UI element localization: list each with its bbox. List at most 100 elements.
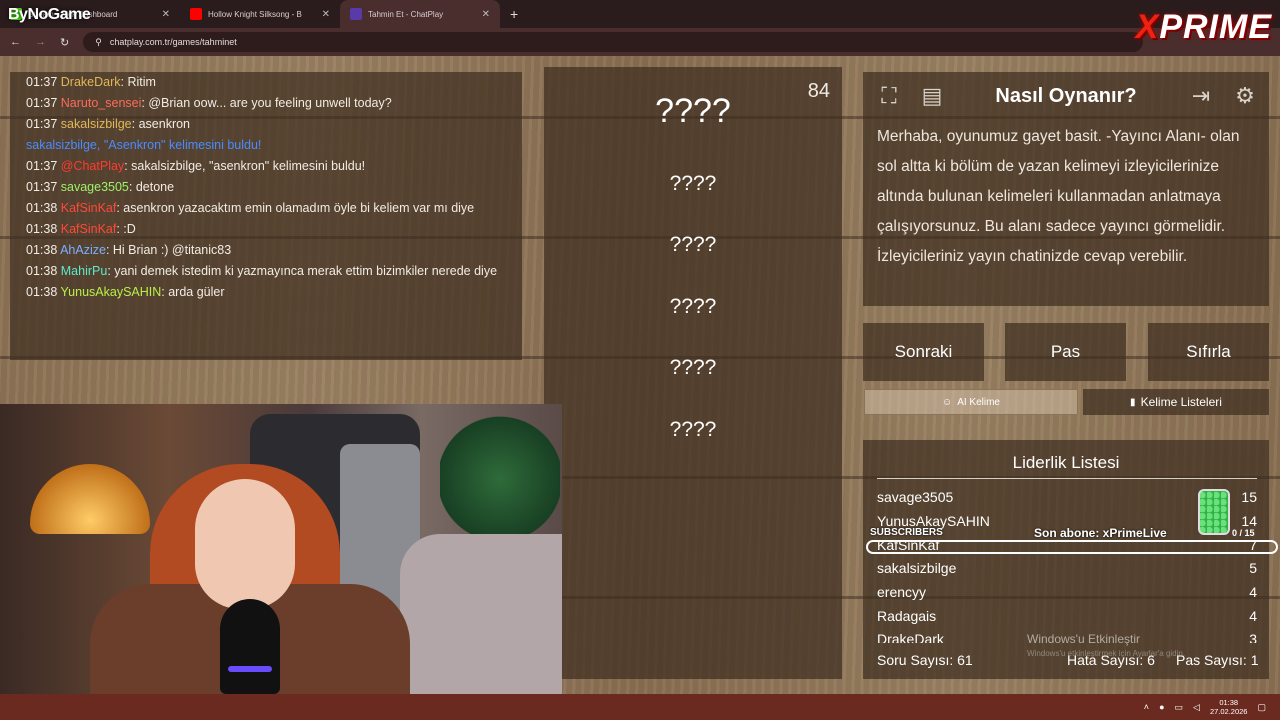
volume-icon[interactable]: ◁ (1193, 702, 1200, 713)
ai-word-button[interactable]: ☺ AI Kelime (864, 389, 1078, 415)
how-to-play-text: Merhaba, oyunumuz gayet basit. -Yayıncı … (877, 128, 1240, 265)
chat-text: : arda güler (161, 285, 225, 299)
chat-time: 01:37 (26, 159, 58, 173)
pass-button[interactable]: Pas (1005, 323, 1126, 381)
chat-username[interactable]: sakalsizbilge (61, 117, 132, 131)
chat-username[interactable]: KafSinKaf (61, 201, 117, 215)
windows-taskbar: ˄ ● ▭ ◁ 01:38 27.02.2026 ▢ (0, 694, 1280, 720)
chat-username[interactable]: KafSinKaf (61, 222, 117, 236)
leaderboard-title: Liderlik Listesi (1012, 453, 1120, 472)
site-info-icon[interactable]: ⚲ (95, 37, 102, 48)
subscriber-jar-icon (1198, 489, 1230, 535)
pass-count: Pas Sayısı: 1 (1176, 652, 1259, 668)
chat-message: 01:38 YunusAkaySAHIN: arda güler (26, 282, 506, 303)
reset-button[interactable]: Sıfırla (1148, 323, 1269, 381)
chat-time: 01:37 (26, 180, 58, 194)
chat-username[interactable]: MahirPu (61, 264, 108, 278)
address-bar: ← → ↻ ⚲ chatplay.com.tr/games/tahminet (0, 28, 1280, 56)
chat-message: 01:38 AhAzize: Hi Brian :) @titanic83 (26, 240, 506, 261)
chat-text: : :D (116, 222, 136, 236)
chat-username[interactable]: savage3505 (61, 180, 129, 194)
chevron-up-icon[interactable]: ˄ (1144, 702, 1149, 712)
webcam-feed (0, 404, 562, 694)
close-icon[interactable]: ✕ (322, 9, 330, 20)
notification-icon[interactable]: ▢ (1257, 702, 1266, 713)
chat-time: 01:38 (26, 222, 58, 236)
forbidden-word-1: ???? (669, 172, 717, 195)
chat-text: : Ritim (120, 75, 156, 89)
forbidden-word-4: ???? (669, 356, 717, 379)
chat-username[interactable]: DrakeDark (61, 75, 121, 89)
chat-panel: 01:37 DrakeDark: Ritim 01:37 Naruto_sense… (10, 72, 522, 360)
chat-message: 01:38 KafSinKaf: :D (26, 219, 506, 240)
reload-icon[interactable]: ↻ (60, 36, 69, 49)
url-text: chatplay.com.tr/games/tahminet (109, 37, 237, 47)
chat-message: 01:38 MahirPu: yani demek istedim ki yaz… (26, 261, 506, 282)
clipboard-icon: ▮ (1130, 396, 1136, 408)
clock[interactable]: 01:38 27.02.2026 (1210, 698, 1248, 716)
chat-time: 01:38 (26, 201, 58, 215)
chat-text: : Hi Brian :) @titanic83 (105, 243, 232, 257)
mic-icon[interactable]: ● (1159, 702, 1164, 712)
blanket (400, 534, 562, 694)
leaderboard-row: sakalsizbilge 5 (877, 560, 1257, 576)
chat-message: 01:37 Naruto_sensei: @Brian oow... are y… (26, 93, 506, 114)
forward-icon[interactable]: → (35, 36, 46, 48)
chat-time: 01:37 (26, 117, 58, 131)
xprime-logo: XPRIME (1135, 8, 1272, 46)
chat-text: : asenkron (131, 117, 191, 131)
chat-time: 01:37 (26, 96, 58, 110)
new-tab-button[interactable]: + (500, 6, 528, 22)
word-lists-button[interactable]: ▮ Kelime Listeleri (1083, 389, 1269, 415)
chat-time: 01:38 (26, 243, 58, 257)
tab-title: Hollow Knight Silksong - B (208, 9, 302, 19)
tab-hollow-knight[interactable]: Hollow Knight Silksong - B ✕ (180, 0, 340, 28)
subscriber-progress-bar (866, 540, 1278, 554)
chat-message: 01:38 KafSinKaf: asenkron yazacaktım emi… (26, 198, 506, 219)
chat-time: 01:38 (26, 285, 58, 299)
chat-time: 01:37 (26, 75, 58, 89)
chat-message: 01:37 savage3505: detone (26, 177, 506, 198)
close-icon[interactable]: ✕ (482, 9, 490, 20)
chat-text: : yani demek istedim ki yazmayınca merak… (107, 264, 498, 278)
leaderboard-row: Radagais 4 (877, 608, 1257, 624)
chat-username[interactable]: YunusAkaySAHIN (61, 285, 162, 299)
tab-chatplay[interactable]: Tahmin Et - ChatPlay ✕ (340, 0, 500, 28)
bynogame-logo: ByNoGame (8, 6, 91, 23)
chat-username[interactable]: sakalsizbilge, "Asenkron" kelimesini bul… (26, 138, 261, 152)
subscriber-count: 0 / 15 (1232, 528, 1255, 538)
forbidden-word-3: ???? (669, 295, 717, 318)
forbidden-word-2: ???? (669, 233, 717, 256)
close-icon[interactable]: ✕ (162, 9, 170, 20)
chat-username[interactable]: AhAzize (60, 243, 106, 257)
back-icon[interactable]: ← (10, 36, 21, 48)
subscribers-label: SUBSCRIBERS (870, 527, 943, 538)
forbidden-word-5: ???? (669, 418, 717, 441)
leaderboard-divider (877, 478, 1257, 479)
hidden-word: ???? (655, 92, 731, 130)
chatplay-icon (350, 8, 362, 20)
network-icon[interactable]: ▭ (1175, 702, 1184, 713)
chat-username[interactable]: Naruto_sensei (61, 96, 142, 110)
chat-username[interactable]: @ChatPlay (61, 159, 124, 173)
chat-message: 01:37 @ChatPlay: sakalsizbilge, "asenkro… (26, 156, 506, 177)
ai-word-label: AI Kelime (957, 396, 1000, 408)
activation-watermark-sub: Windows'u etkinleştirmek için Ayarlar'a … (1027, 649, 1186, 658)
last-subscriber: Son abone: xPrimeLive (1034, 526, 1167, 540)
next-button[interactable]: Sonraki (863, 323, 984, 381)
chat-text: : asenkron yazacaktım emin olamadım öyle… (116, 201, 475, 215)
word-lists-label: Kelime Listeleri (1140, 395, 1222, 409)
youtube-icon (190, 8, 202, 20)
microphone (220, 599, 280, 694)
chat-text: : @Brian oow... are you feeling unwell t… (141, 96, 392, 110)
leaderboard-row: erencyy 4 (877, 584, 1257, 600)
robot-icon: ☺ (941, 396, 953, 408)
url-field[interactable]: ⚲ chatplay.com.tr/games/tahminet (83, 32, 1144, 52)
how-to-play-title: Nasıl Oynanır? (995, 85, 1137, 107)
lamp (30, 464, 150, 534)
question-count: Soru Sayısı: 61 (877, 652, 973, 668)
chat-time: 01:38 (26, 264, 58, 278)
activation-watermark: Windows'u Etkinleştir (1027, 632, 1140, 646)
tab-title: Tahmin Et - ChatPlay (368, 9, 444, 19)
chat-message: 01:37 DrakeDark: Ritim (26, 72, 506, 93)
